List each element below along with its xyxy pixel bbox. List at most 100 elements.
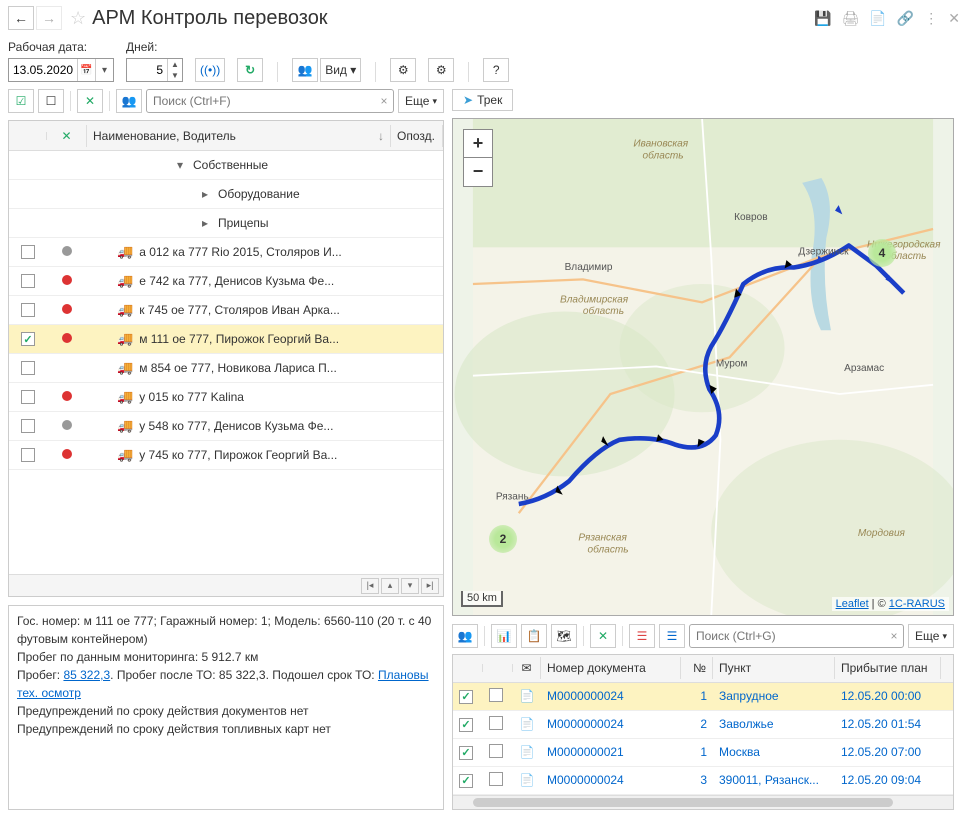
map[interactable]: Ивановская область Ковров Дзержинск Влад… [452, 118, 954, 617]
date-input[interactable]: 📅 ▾ [8, 58, 114, 82]
vehicle-row[interactable]: 🚚е 742 ка 777, Денисов Кузьма Фе... [9, 267, 443, 296]
search-clear[interactable]: × [375, 94, 393, 108]
doc-map-button[interactable]: 🗺 [551, 624, 577, 648]
help-button[interactable]: ? [483, 58, 509, 82]
track-button[interactable]: ➤ Трек [452, 89, 513, 111]
days-field[interactable] [127, 61, 167, 79]
doc-list2-button[interactable]: ☰ [659, 624, 685, 648]
vehicle-row[interactable]: 🚚а 012 ка 777 Rio 2015, Столяров И... [9, 238, 443, 267]
refresh-button[interactable]: ↻ [237, 58, 263, 82]
doc-more-button[interactable]: Еще▾ [908, 624, 954, 648]
settings2-button[interactable]: ⚙ [428, 58, 454, 82]
view-button[interactable]: Вид ▾ [320, 58, 361, 82]
more-button[interactable]: Еще▾ [398, 89, 444, 113]
doc-filter-button[interactable]: ✕ [590, 624, 616, 648]
doc-chart-button[interactable]: 📊 [491, 624, 517, 648]
doc-number: М0000000021 [541, 741, 681, 763]
doc-users-button[interactable]: 👥 [452, 624, 478, 648]
signal-button[interactable]: ((•)) [195, 58, 225, 82]
days-up[interactable]: ▲ [168, 59, 182, 70]
doc-detail-button[interactable]: 📋 [521, 624, 547, 648]
document-row[interactable]: 📄М00000000243390011, Рязанск...12.05.20 … [453, 767, 953, 795]
vehicle-row[interactable]: 🚚м 854 ое 777, Новикова Лариса П... [9, 354, 443, 383]
row-checkbox[interactable] [21, 303, 35, 317]
row-checkbox[interactable] [21, 390, 35, 404]
late-column-header[interactable]: Опозд. [391, 125, 443, 147]
group-equipment[interactable]: ▸Оборудование [9, 180, 443, 209]
doc-column-header[interactable]: Номер документа [541, 657, 681, 679]
tbl-next[interactable]: ▾ [401, 578, 419, 594]
status-dot [47, 241, 87, 263]
mileage-link[interactable]: 85 322,3 [63, 668, 110, 682]
users-icon[interactable]: 👥 [292, 58, 318, 82]
row-checkbox[interactable] [21, 419, 35, 433]
document-row[interactable]: 📄М00000000211Москва12.05.20 07:00 [453, 739, 953, 767]
date-field[interactable] [9, 61, 77, 79]
doc-checkbox-2[interactable] [489, 744, 503, 758]
point-column-header[interactable]: Пункт [713, 657, 835, 679]
group-trailers[interactable]: ▸Прицепы [9, 209, 443, 238]
doc-checkbox-1[interactable] [459, 690, 473, 704]
doc-search-box[interactable]: × [689, 624, 904, 648]
zoom-out-button[interactable]: − [464, 158, 492, 186]
doc-seq: 1 [681, 741, 713, 763]
vehicle-name: 🚚м 854 ое 777, Новикова Лариса П... [87, 356, 391, 380]
row-checkbox[interactable] [21, 361, 35, 375]
group-own[interactable]: ▾Собственные [9, 151, 443, 180]
uncheck-all-button[interactable]: ☐ [38, 89, 64, 113]
zoom-in-button[interactable]: + [464, 130, 492, 158]
settings1-button[interactable]: ⚙ [390, 58, 416, 82]
row-checkbox[interactable] [21, 448, 35, 462]
vehicle-row[interactable]: 🚚м 111 ое 777, Пирожок Георгий Ва... [9, 325, 443, 354]
search-input[interactable] [147, 92, 375, 110]
tbl-prev[interactable]: ▴ [381, 578, 399, 594]
close-icon[interactable]: ✕ [948, 10, 960, 27]
print-icon[interactable]: 🖨 [842, 10, 860, 27]
date-dropdown-icon[interactable]: ▾ [95, 59, 113, 81]
vehicle-row[interactable]: 🚚у 015 ко 777 Kalina [9, 383, 443, 412]
report-icon[interactable]: 📄 [869, 10, 886, 27]
days-spinner[interactable]: ▲ ▼ [126, 58, 183, 82]
check-all-button[interactable]: ☑ [8, 89, 34, 113]
tbl-last[interactable]: ▸| [421, 578, 439, 594]
arrival-column-header[interactable]: Прибытие план [835, 657, 941, 679]
horizontal-scrollbar[interactable] [453, 795, 953, 809]
back-button[interactable]: ← [8, 6, 34, 30]
vehicle-row[interactable]: 🚚у 548 ко 777, Денисов Кузьма Фе... [9, 412, 443, 441]
doc-checkbox-1[interactable] [459, 718, 473, 732]
search-box[interactable]: × [146, 89, 394, 113]
num-column-header[interactable]: № [681, 657, 713, 679]
save-icon[interactable]: 💾 [814, 10, 831, 27]
doc-checkbox-1[interactable] [459, 746, 473, 760]
document-row[interactable]: 📄М00000000241Запрудное12.05.20 00:00 [453, 683, 953, 711]
forward-button[interactable]: → [36, 6, 62, 30]
link-icon[interactable]: 🔗 [897, 10, 914, 27]
map-marker-4[interactable]: 4 [868, 239, 896, 267]
name-column-header[interactable]: Наименование, Водитель↓ [87, 125, 391, 147]
doc-checkbox-2[interactable] [489, 716, 503, 730]
doc-checkbox-1[interactable] [459, 774, 473, 788]
group-button[interactable]: 👥 [116, 89, 142, 113]
favorite-icon[interactable]: ☆ [70, 8, 86, 29]
doc-checkbox-2[interactable] [489, 688, 503, 702]
tbl-first[interactable]: |◂ [361, 578, 379, 594]
days-down[interactable]: ▼ [168, 70, 182, 81]
menu-icon[interactable]: ⋮ [924, 10, 938, 27]
rarus-link[interactable]: 1C-RARUS [889, 598, 945, 610]
row-checkbox[interactable] [21, 245, 35, 259]
vehicle-row[interactable]: 🚚у 745 ко 777, Пирожок Георгий Ва... [9, 441, 443, 470]
row-checkbox[interactable] [21, 332, 35, 346]
doc-seq: 1 [681, 685, 713, 707]
truck-icon: 🚚 [117, 418, 133, 434]
leaflet-link[interactable]: Leaflet [836, 598, 869, 610]
row-checkbox[interactable] [21, 274, 35, 288]
calendar-icon[interactable]: 📅 [77, 59, 95, 81]
doc-checkbox-2[interactable] [489, 772, 503, 786]
vehicle-row[interactable]: 🚚к 745 ое 777, Столяров Иван Арка... [9, 296, 443, 325]
filter-button[interactable]: ✕ [77, 89, 103, 113]
doc-list1-button[interactable]: ☰ [629, 624, 655, 648]
doc-search-input[interactable] [690, 627, 885, 645]
doc-search-clear[interactable]: × [885, 629, 903, 643]
map-marker-2[interactable]: 2 [489, 525, 517, 553]
document-row[interactable]: 📄М00000000242Заволжье12.05.20 01:54 [453, 711, 953, 739]
